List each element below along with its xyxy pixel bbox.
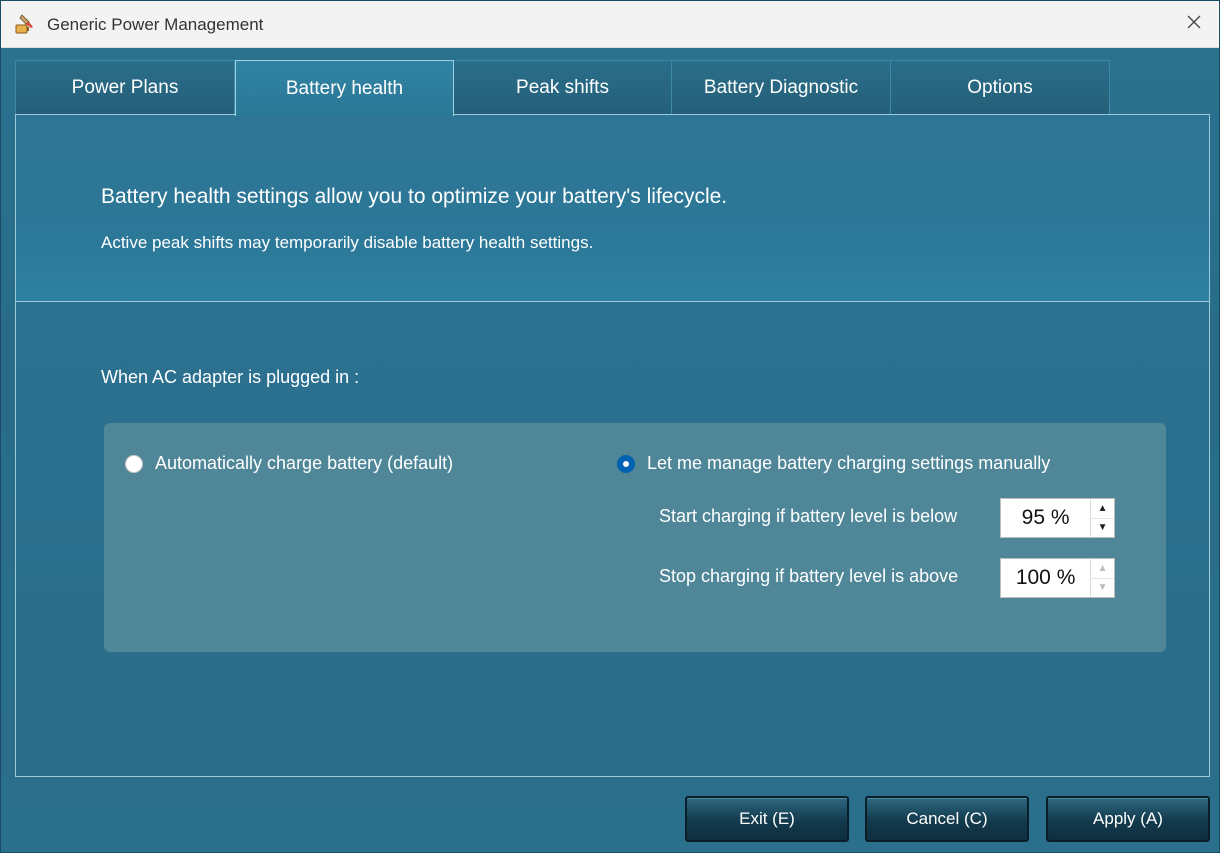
- ac-adapter-label: When AC adapter is plugged in :: [101, 367, 360, 387]
- stop-charging-up-button[interactable]: ▲: [1091, 559, 1114, 579]
- tab-battery-diagnostic[interactable]: Battery Diagnostic: [671, 60, 891, 115]
- tab-peak-shifts[interactable]: Peak shifts: [453, 60, 672, 115]
- tab-battery-health[interactable]: Battery health: [235, 60, 454, 116]
- cancel-button[interactable]: Cancel (C): [865, 796, 1029, 842]
- apply-button[interactable]: Apply (A): [1046, 796, 1210, 842]
- app-window: Generic Power Management Power Plans Bat…: [0, 0, 1220, 853]
- tab-power-plans[interactable]: Power Plans: [15, 60, 235, 115]
- arrow-up-icon: ▲: [1097, 502, 1108, 514]
- battery-brush-icon: [13, 13, 37, 37]
- tab-options[interactable]: Options: [890, 60, 1110, 115]
- start-charging-down-button[interactable]: ▼: [1091, 518, 1114, 537]
- start-charging-spinner[interactable]: 95 % ▲ ▼: [1000, 498, 1115, 538]
- battery-health-panel: Battery health settings allow you to opt…: [15, 114, 1210, 777]
- title-bar: Generic Power Management: [1, 1, 1219, 48]
- intro-text: Battery health settings allow you to opt…: [101, 185, 728, 208]
- stop-charging-row: Stop charging if battery level is above: [659, 566, 958, 587]
- close-button[interactable]: [1177, 7, 1211, 41]
- arrow-down-icon: ▼: [1097, 582, 1108, 594]
- close-icon: [1186, 14, 1202, 35]
- arrow-down-icon: ▼: [1097, 522, 1108, 534]
- panel-header: Battery health settings allow you to opt…: [16, 115, 1209, 302]
- start-charging-up-button[interactable]: ▲: [1091, 499, 1114, 519]
- charging-options-box: Automatically charge battery (default) L…: [104, 423, 1166, 652]
- manual-charge-label: Let me manage battery charging settings …: [647, 453, 1051, 473]
- auto-charge-option[interactable]: Automatically charge battery (default): [125, 453, 453, 474]
- stop-charging-spinner[interactable]: 100 % ▲ ▼: [1000, 558, 1115, 598]
- stop-charging-down-button[interactable]: ▼: [1091, 578, 1114, 597]
- auto-charge-radio[interactable]: [125, 454, 143, 473]
- window-title: Generic Power Management: [47, 15, 264, 34]
- exit-button[interactable]: Exit (E): [685, 796, 849, 842]
- manual-charge-radio[interactable]: [617, 454, 635, 473]
- manual-charge-option[interactable]: Let me manage battery charging settings …: [617, 453, 1050, 474]
- start-charging-value[interactable]: 95 %: [1001, 499, 1090, 537]
- intro-note: Active peak shifts may temporarily disab…: [101, 233, 594, 252]
- auto-charge-label: Automatically charge battery (default): [155, 453, 454, 473]
- start-charging-label: Start charging if battery level is below: [659, 506, 958, 526]
- stop-charging-value[interactable]: 100 %: [1001, 559, 1090, 597]
- start-charging-row: Start charging if battery level is below: [659, 506, 957, 527]
- stop-charging-label: Stop charging if battery level is above: [659, 566, 959, 586]
- arrow-up-icon: ▲: [1097, 562, 1108, 574]
